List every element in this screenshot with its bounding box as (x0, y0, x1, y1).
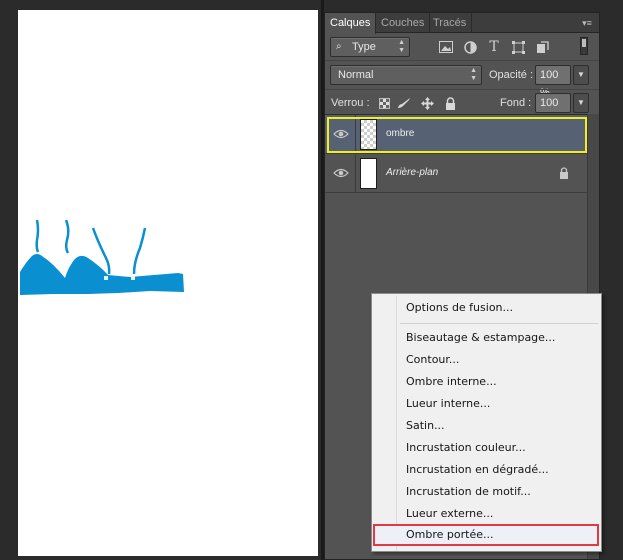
adjustment-layer-filter-icon[interactable] (462, 39, 478, 55)
menu-item-incrustation-motif[interactable]: Incrustation de motif... (406, 481, 531, 503)
menu-item-biseautage[interactable]: Biseautage & estampage... (406, 327, 555, 349)
layer-lock-icon (560, 167, 568, 179)
filter-kind-value: Type (352, 41, 376, 53)
filter-toggle-switch[interactable] (580, 37, 588, 55)
divider (325, 89, 599, 90)
layer-style-menu: Options de fusion... Biseautage & estamp… (371, 293, 602, 552)
tab-calques[interactable]: Calques (325, 13, 377, 34)
menu-item-lueur-interne[interactable]: Lueur interne... (406, 393, 490, 415)
menu-item-options-de-fusion[interactable]: Options de fusion... (406, 297, 513, 319)
lock-image-pixels-icon[interactable] (397, 96, 411, 110)
lock-position-icon[interactable] (420, 96, 434, 110)
divider (355, 154, 356, 193)
fill-dropdown-arrow-icon[interactable]: ▼ (573, 93, 589, 113)
lock-transparent-pixels-icon[interactable] (377, 96, 391, 110)
layer-row-arriere-plan[interactable]: Arrière-plan (325, 154, 587, 193)
menu-item-ombre-interne[interactable]: Ombre interne... (406, 371, 497, 393)
selection-highlight-box (327, 117, 587, 153)
spin-arrows-icon: ▲ ▼ (398, 39, 405, 54)
tab-traces[interactable]: Tracés (428, 13, 473, 33)
shape-layer-filter-icon[interactable] (510, 39, 526, 55)
lock-label: Verrou : (331, 97, 370, 109)
layer-row-ombre[interactable]: ombre (325, 115, 587, 154)
blend-mode-dropdown[interactable]: Normal ▲ ▼ (330, 65, 482, 85)
fill-field[interactable]: 100 % (535, 93, 571, 127)
filter-kind-dropdown[interactable]: ⌕ Type ▲ ▼ (330, 37, 410, 57)
blend-mode-value: Normal (338, 69, 374, 81)
pixel-layer-filter-icon[interactable] (438, 39, 454, 55)
opacity-field[interactable]: 100 % (535, 65, 571, 99)
divider (325, 60, 599, 61)
spin-arrows-icon: ▲ ▼ (470, 67, 477, 82)
menu-item-satin[interactable]: Satin... (406, 415, 445, 437)
panel-menu-icon[interactable]: ▾≡ (579, 16, 595, 30)
type-layer-filter-icon[interactable]: T (486, 39, 502, 55)
menu-item-ombre-portee[interactable]: Ombre portée... (406, 524, 493, 546)
menu-item-lueur-externe[interactable]: Lueur externe... (406, 503, 493, 525)
layer-name: Arrière-plan (386, 167, 439, 178)
panel-tab-bar: Calques Couches Tracés ▾≡ (325, 13, 599, 34)
menu-gutter (396, 296, 397, 551)
document-canvas[interactable] (18, 10, 318, 556)
layer-thumbnail-white (360, 158, 377, 189)
eye-visibility-icon[interactable] (333, 166, 349, 180)
canvas-area (0, 0, 321, 560)
menu-item-incrustation-couleur[interactable]: Incrustation couleur... (406, 437, 526, 459)
smart-object-filter-icon[interactable] (534, 39, 550, 55)
menu-item-incrustation-degrade[interactable]: Incrustation en dégradé... (406, 459, 549, 481)
bikini-top-shape[interactable] (18, 220, 190, 310)
tab-couches[interactable]: Couches (376, 13, 431, 33)
opacity-dropdown-arrow-icon[interactable]: ▼ (573, 65, 589, 85)
opacity-label: Opacité : (489, 69, 534, 81)
menu-item-contour[interactable]: Contour... (406, 349, 459, 371)
lock-all-icon[interactable] (443, 96, 457, 110)
search-icon: ⌕ (336, 41, 342, 52)
menu-separator (400, 323, 598, 324)
fill-label: Fond : (500, 97, 532, 109)
